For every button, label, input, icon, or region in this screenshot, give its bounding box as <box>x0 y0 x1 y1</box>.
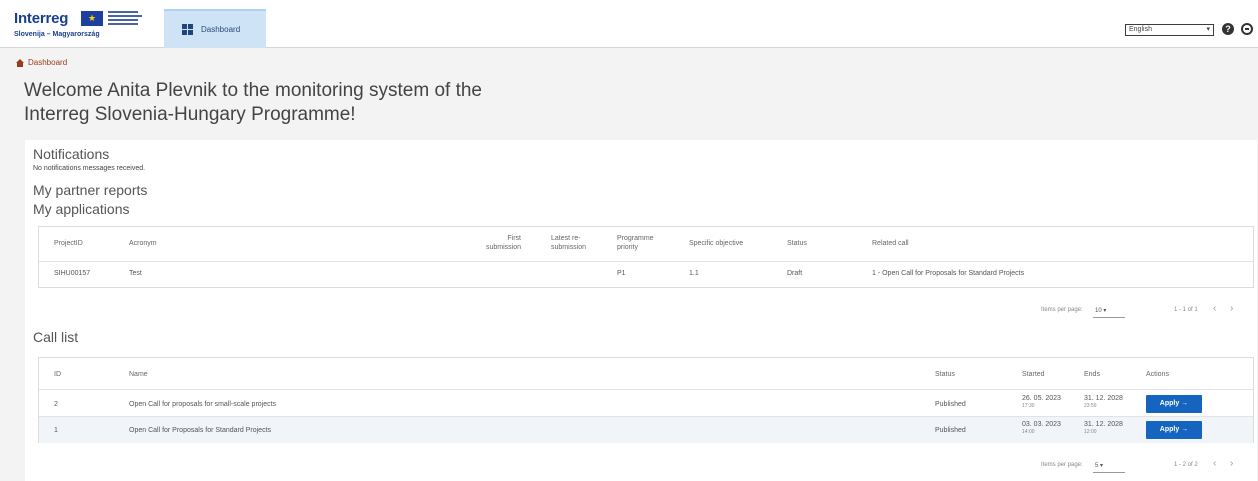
call-id: 2 <box>54 401 58 408</box>
home-icon <box>16 58 24 67</box>
call-started: 26. 05. 2023 17:30 <box>1022 394 1061 409</box>
language-value: English <box>1129 26 1152 33</box>
logo-subtitle: Slovenija – Magyarország <box>14 31 100 38</box>
eu-flag-icon: ★ <box>81 11 103 26</box>
call-ends-date: 31. 12. 2028 <box>1084 421 1123 428</box>
pager-per-page-select[interactable]: 5 ▾ <box>1095 462 1103 469</box>
pager-select-underline <box>1093 317 1125 318</box>
chevron-down-icon: ▾ <box>1100 463 1104 469</box>
apply-button[interactable]: Apply → <box>1146 421 1202 439</box>
pager-range: 1 - 2 of 2 <box>1174 462 1198 468</box>
th-call-status: Status <box>935 371 955 378</box>
call-started-time: 14:00 <box>1022 429 1035 435</box>
call-started-date: 26. 05. 2023 <box>1022 395 1061 402</box>
th-latest-resubmission: Latest re-submission <box>551 235 587 251</box>
pager-per-page-select[interactable]: 10 ▾ <box>1095 307 1106 314</box>
th-programme-priority: Programme priority <box>617 235 654 251</box>
th-related-call: Related call <box>872 240 909 247</box>
th-specific-objective: Specific objective <box>689 240 744 247</box>
call-started: 03. 03. 2023 14:00 <box>1022 420 1061 435</box>
call-list-table: ID Name Status Started Ends Actions 2 Op… <box>38 357 1254 443</box>
top-header: Interreg ★ Slovenija – Magyarország Dash… <box>0 0 1258 48</box>
user-icon[interactable] <box>1241 23 1253 35</box>
th-call-ends: Ends <box>1084 371 1100 378</box>
tab-dashboard-label: Dashboard <box>201 25 241 34</box>
th-call-name: Name <box>129 371 148 378</box>
th-call-actions: Actions <box>1146 371 1169 378</box>
next-page-button[interactable]: › <box>1230 303 1233 314</box>
pager-per-page-value: 10 <box>1095 308 1102 314</box>
tab-dashboard[interactable]: Dashboard <box>164 9 266 48</box>
call-started-time: 17:30 <box>1022 403 1035 409</box>
th-project-id: ProjectID <box>54 240 83 247</box>
logo-word: Interreg <box>14 10 69 27</box>
row-divider <box>39 389 1253 390</box>
call-ends-date: 31. 12. 2028 <box>1084 395 1123 402</box>
call-name: Open Call for proposals for small-scale … <box>129 401 277 408</box>
partner-reports-title[interactable]: My partner reports <box>33 182 147 198</box>
prev-page-button[interactable]: ‹ <box>1213 458 1216 469</box>
call-list-title: Call list <box>33 329 79 345</box>
call-ends: 31. 12. 2028 12:00 <box>1084 420 1123 435</box>
pager-items-label: Items per page: <box>1041 462 1083 468</box>
th-acronym: Acronym <box>129 240 157 247</box>
apply-button[interactable]: Apply → <box>1146 395 1202 413</box>
call-ends-time: 23:59 <box>1084 403 1097 409</box>
call-id: 1 <box>54 427 58 434</box>
pager-per-page-value: 5 <box>1095 463 1099 469</box>
call-ends-time: 12:00 <box>1084 429 1097 435</box>
app-related-call: 1 - Open Call for Proposals for Standard… <box>872 270 1025 277</box>
call-started-date: 03. 03. 2023 <box>1022 421 1061 428</box>
call-status: Published <box>935 401 966 408</box>
chevron-down-icon: ▾ <box>1206 26 1210 33</box>
th-first-submission: First submission <box>485 235 521 251</box>
applications-title: My applications <box>33 201 130 217</box>
th-call-id: ID <box>54 371 61 378</box>
prev-page-button[interactable]: ‹ <box>1213 303 1216 314</box>
page-title: Welcome Anita Plevnik to the monitoring … <box>24 80 482 125</box>
help-icon[interactable]: ? <box>1222 23 1234 35</box>
chevron-down-icon: ▾ <box>1103 308 1107 314</box>
breadcrumb-label: Dashboard <box>28 58 68 67</box>
row-divider <box>39 261 1253 262</box>
breadcrumb[interactable]: Dashboard <box>16 58 67 67</box>
notifications-title: Notifications <box>33 146 110 162</box>
call-ends: 31. 12. 2028 23:59 <box>1084 394 1123 409</box>
language-select[interactable]: English ▾ <box>1125 24 1214 36</box>
pager-range: 1 - 1 of 1 <box>1174 307 1198 313</box>
th-status: Status <box>787 240 807 247</box>
call-status: Published <box>935 427 966 434</box>
notifications-message: No notifications messages received. <box>33 165 146 172</box>
app-status: Draft <box>787 270 803 277</box>
eu-fund-text <box>108 11 144 27</box>
pager-items-label: Items per page: <box>1041 307 1083 313</box>
th-call-started: Started <box>1022 371 1045 378</box>
call-name: Open Call for Proposals for Standard Pro… <box>129 427 272 434</box>
app-acronym[interactable]: Test <box>129 269 142 278</box>
app-project-id[interactable]: SIHU00157 <box>54 269 90 278</box>
app-programme-priority: P1 <box>617 270 626 277</box>
main-panel: Notifications No notifications messages … <box>25 140 1257 481</box>
pager-select-underline <box>1093 472 1125 473</box>
app-specific-objective: 1.1 <box>689 270 699 277</box>
dashboard-grid-icon <box>182 24 193 35</box>
next-page-button[interactable]: › <box>1230 458 1233 469</box>
applications-table: ProjectID Acronym First submission Lates… <box>38 226 1254 288</box>
